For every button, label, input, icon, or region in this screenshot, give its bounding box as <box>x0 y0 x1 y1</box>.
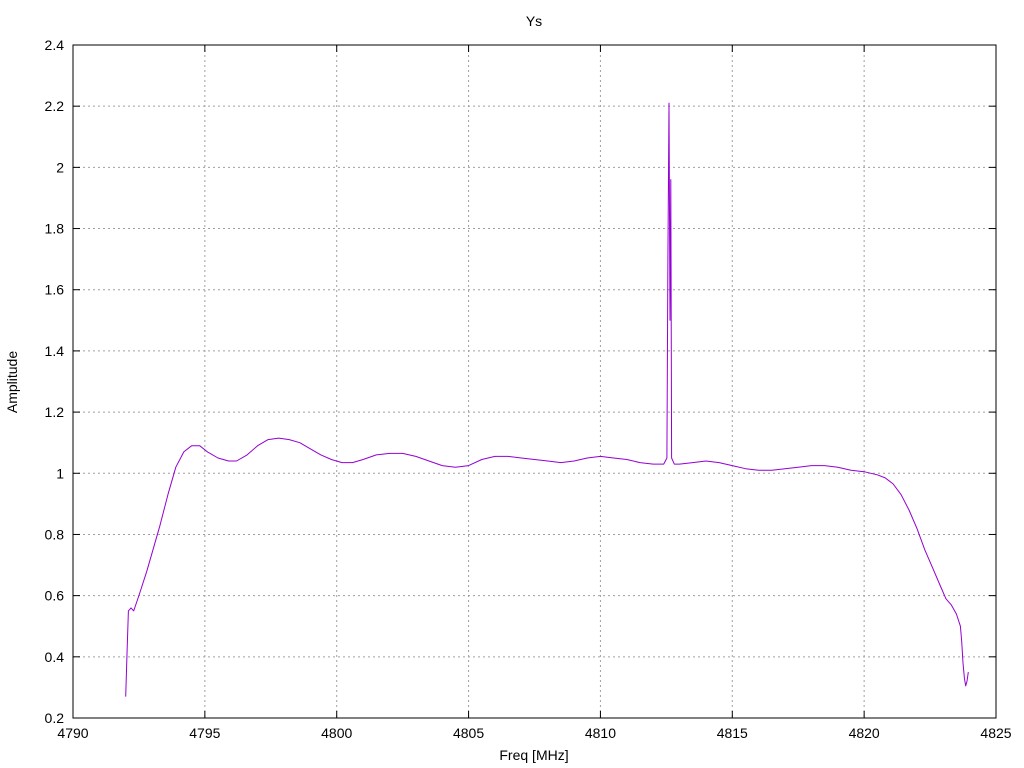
chart-title: Ys <box>526 13 542 29</box>
x-tick-label: 4805 <box>453 725 484 741</box>
y-tick-label: 2.2 <box>45 98 65 114</box>
tick-layer: 4790 4795 4800 4805 4810 4815 4820 4825 0.2 0.4 0.… <box>45 37 1012 741</box>
series-layer <box>125 102 969 697</box>
plot-frame <box>72 44 997 719</box>
y-tick-label: 2 <box>56 159 64 175</box>
grid-layer <box>73 45 996 718</box>
x-tick-label: 4815 <box>717 725 748 741</box>
x-tick-label: 4820 <box>849 725 880 741</box>
x-tick-label: 4790 <box>57 725 88 741</box>
chart: 4790 4795 4800 4805 4810 4815 4820 4825 0.2 0.4 0.… <box>4 13 1012 763</box>
x-tick-label: 4825 <box>980 725 1011 741</box>
y-tick-label: 2.4 <box>45 37 65 53</box>
y-axis-label: Amplitude <box>4 351 20 413</box>
series-line <box>125 102 969 697</box>
y-tick-label: 0.2 <box>45 710 65 726</box>
y-tick-label: 1.4 <box>45 343 65 359</box>
x-axis-label: Freq [MHz] <box>499 747 568 763</box>
y-tick-label: 0.6 <box>45 588 65 604</box>
y-tick-label: 0.4 <box>45 649 65 665</box>
x-tick-label: 4800 <box>321 725 352 741</box>
y-tick-label: 1 <box>56 465 64 481</box>
y-tick-label: 0.8 <box>45 526 65 542</box>
y-tick-label: 1.2 <box>45 404 65 420</box>
x-tick-label: 4795 <box>189 725 220 741</box>
y-tick-label: 1.8 <box>45 221 65 237</box>
x-tick-label: 4810 <box>585 725 616 741</box>
y-tick-label: 1.6 <box>45 282 65 298</box>
